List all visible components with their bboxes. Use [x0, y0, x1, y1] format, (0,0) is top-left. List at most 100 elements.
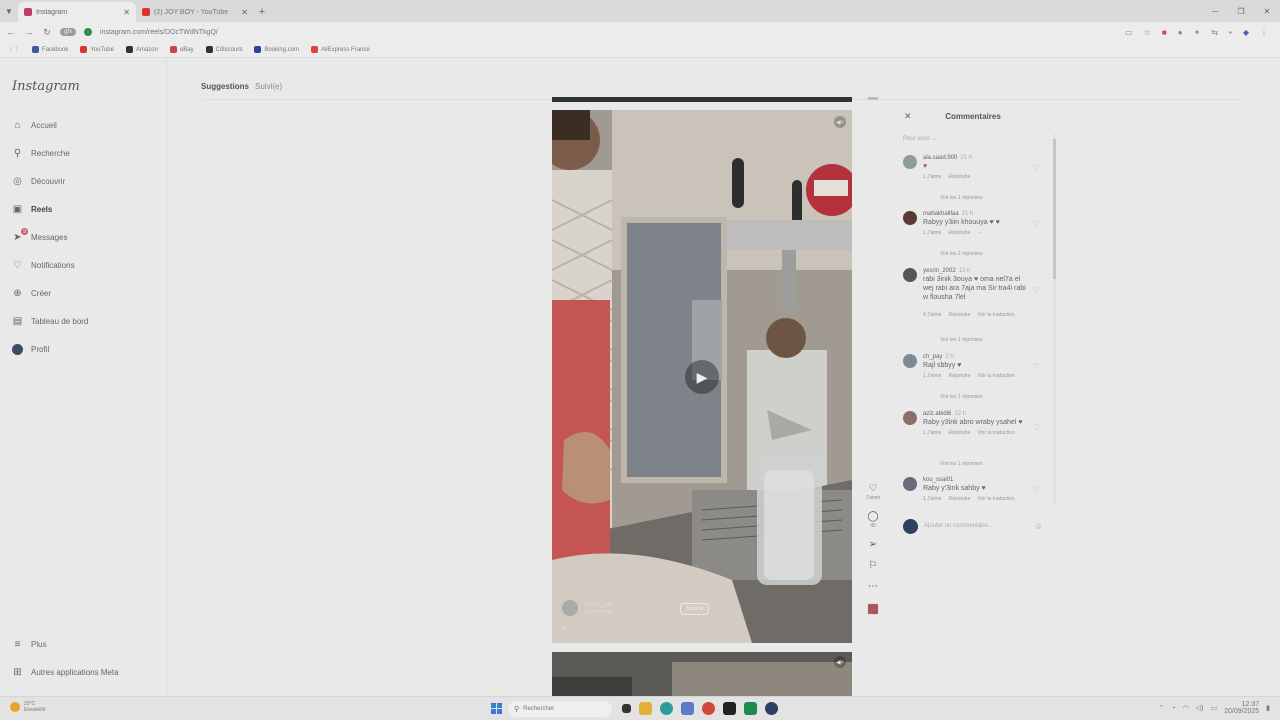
back-icon[interactable]: ← — [6, 27, 16, 37]
like-action[interactable]: ♡ J'aime — [866, 484, 880, 502]
comment-like-icon[interactable]: ♡ — [1033, 362, 1040, 371]
like-count[interactable]: 1 J'aime — [923, 373, 941, 379]
steam-icon[interactable] — [765, 702, 778, 715]
extension-icon[interactable]: ■ — [1162, 28, 1167, 37]
comment-username[interactable]: ch_pay — [923, 354, 942, 360]
sidebar-item-more[interactable]: ≡ Plus — [12, 639, 47, 650]
comment-like-icon[interactable]: ♡ — [1033, 286, 1040, 295]
volume-icon[interactable]: ◁) — [1196, 704, 1204, 712]
sidebar-item-profile[interactable]: Profil — [12, 344, 49, 355]
tab-search-icon[interactable]: ▼ — [0, 0, 18, 22]
sidebar-item-home[interactable]: ⌂ Accueil — [12, 120, 56, 131]
reload-icon[interactable]: ↻ — [42, 27, 52, 38]
sidebar-item-create[interactable]: ⊕ Créer — [12, 288, 51, 299]
sidebar-item-search[interactable]: ⚲ Recherche — [12, 148, 70, 159]
comment-username[interactable]: ala.saad.900 — [923, 155, 957, 161]
emoji-icon[interactable]: ☺ — [1035, 522, 1043, 531]
comment-action[interactable]: ◯ 45 — [867, 512, 878, 530]
sidebar-item-reels[interactable]: ▣ Reels — [12, 204, 53, 215]
menu-icon[interactable]: ⋮ — [1260, 28, 1268, 37]
weather-widget[interactable]: 25°C Ensoleillé — [10, 701, 45, 713]
bookmark-booking[interactable]: Booking.com — [254, 46, 299, 53]
close-tab-icon[interactable]: ✕ — [123, 8, 130, 17]
avatar[interactable] — [903, 354, 917, 368]
like-count[interactable]: 1 J'aime — [923, 496, 941, 502]
apps-grid-icon[interactable]: ⋮⋮ — [8, 46, 20, 53]
forward-icon[interactable]: → — [24, 27, 34, 37]
audio-thumbnail[interactable] — [867, 603, 879, 615]
sidebar-item-notifications[interactable]: ♡ Notifications — [12, 260, 75, 271]
terminal-icon[interactable] — [723, 702, 736, 715]
comment-input[interactable]: Ajouter un commentaire... — [924, 523, 1029, 529]
shield-icon[interactable]: ◆ — [1243, 28, 1249, 37]
windows-start-icon[interactable] — [491, 703, 502, 714]
avatar[interactable] — [903, 155, 917, 169]
tab-suggestions[interactable]: Suggestions — [201, 82, 249, 91]
close-tab-icon[interactable]: ✕ — [241, 8, 248, 17]
extensions-puzzle-icon[interactable]: ✦ — [1194, 28, 1201, 37]
follow-button[interactable]: Suivre — [680, 603, 710, 615]
bookmark-amazon[interactable]: Amazon — [125, 46, 158, 53]
avatar[interactable] — [903, 411, 917, 425]
translate-link[interactable]: Voir la traduction — [977, 373, 1014, 379]
reply-link[interactable]: Répondre — [948, 430, 970, 436]
audio-muted-icon[interactable]: ◀× — [834, 656, 846, 668]
install-icon[interactable]: ▭ — [1125, 28, 1133, 37]
for-you-filter[interactable]: Pour vous ⌄ — [903, 135, 937, 142]
chevron-up-icon[interactable]: ⌃ — [1159, 704, 1165, 712]
minimize-icon[interactable]: ─ — [1202, 0, 1228, 22]
new-tab-button[interactable]: + — [254, 2, 270, 22]
reply-link[interactable]: Répondre — [948, 496, 970, 502]
task-view-icon[interactable] — [622, 704, 631, 713]
translate-link[interactable]: Voir la traduction — [977, 496, 1014, 502]
next-reel-video[interactable]: ◀× — [552, 652, 852, 696]
pencil-icon[interactable]: ✎ — [562, 625, 568, 633]
more-action[interactable]: ⋯ — [868, 582, 878, 592]
comment-username[interactable]: kou_ssai01 — [923, 477, 953, 483]
edge-icon[interactable] — [660, 702, 673, 715]
reel-author[interactable]: anyys__46 2 personnes — [562, 600, 613, 616]
translate-link[interactable]: Voir la traduction — [977, 430, 1014, 436]
view-replies-link[interactable]: Voir les 1 réponses — [940, 461, 983, 467]
sidebar-icon[interactable]: ⇆ — [1211, 28, 1218, 37]
comment-username[interactable]: yesrin_2002 — [923, 268, 956, 274]
like-count[interactable]: 1 J'aime — [923, 174, 941, 180]
extension-icon[interactable]: ● — [1178, 28, 1183, 37]
battery-icon[interactable]: ▭ — [1210, 704, 1217, 712]
reply-link[interactable]: Répondre — [948, 312, 970, 318]
avatar[interactable] — [903, 477, 917, 491]
avatar[interactable] — [903, 268, 917, 282]
file-explorer-icon[interactable] — [639, 702, 652, 715]
comment-username[interactable]: aziz.abidi6 — [923, 411, 951, 417]
extension-icon[interactable]: ▪ — [1229, 28, 1232, 37]
sidebar-item-dashboard[interactable]: ▤ Tableau de bord — [12, 316, 89, 327]
app-icon[interactable] — [744, 702, 757, 715]
bookmark-cdiscount[interactable]: Cdiscount — [205, 46, 242, 53]
instagram-logo[interactable]: Instagram — [12, 79, 80, 94]
tab-instagram[interactable]: Instagram ✕ — [18, 2, 136, 22]
sidebar-item-explore[interactable]: ◎ Découvrir — [12, 176, 65, 187]
more-options-icon[interactable]: ··· — [977, 230, 982, 236]
reply-link[interactable]: Répondre — [948, 230, 970, 236]
tab-following[interactable]: Suivi(e) — [255, 82, 282, 91]
reply-link[interactable]: Répondre — [948, 373, 970, 379]
reply-link[interactable]: Répondre — [948, 174, 970, 180]
chrome-icon[interactable] — [702, 702, 715, 715]
bookmark-star-icon[interactable]: ☆ — [1144, 28, 1151, 37]
bookmark-youtube[interactable]: YouTube — [80, 46, 114, 53]
lock-icon[interactable] — [84, 28, 93, 36]
network-icon[interactable]: ◔ — [1171, 705, 1175, 712]
comment-like-icon[interactable]: ♡ — [1033, 485, 1040, 494]
site-info-chip[interactable]: gfx — [60, 28, 77, 36]
scrollbar-thumb[interactable] — [1053, 139, 1056, 279]
sidebar-item-meta-apps[interactable]: ⊞ Autres applications Meta — [12, 667, 118, 678]
close-window-icon[interactable]: ✕ — [1254, 0, 1280, 22]
comment-username[interactable]: mahakhalifaa — [923, 211, 959, 217]
comment-like-icon[interactable]: ♡ — [1033, 423, 1040, 432]
maximize-icon[interactable]: ❐ — [1228, 0, 1254, 22]
translate-link[interactable]: Voir la traduction — [977, 312, 1014, 318]
view-replies-link[interactable]: Voir les 1 réponses — [940, 394, 983, 400]
audio-muted-icon[interactable]: ◀× — [834, 116, 846, 128]
share-action[interactable]: ➢ — [869, 540, 877, 550]
tab-youtube[interactable]: (2) JOY BOY - YouTube ✕ — [136, 2, 254, 22]
